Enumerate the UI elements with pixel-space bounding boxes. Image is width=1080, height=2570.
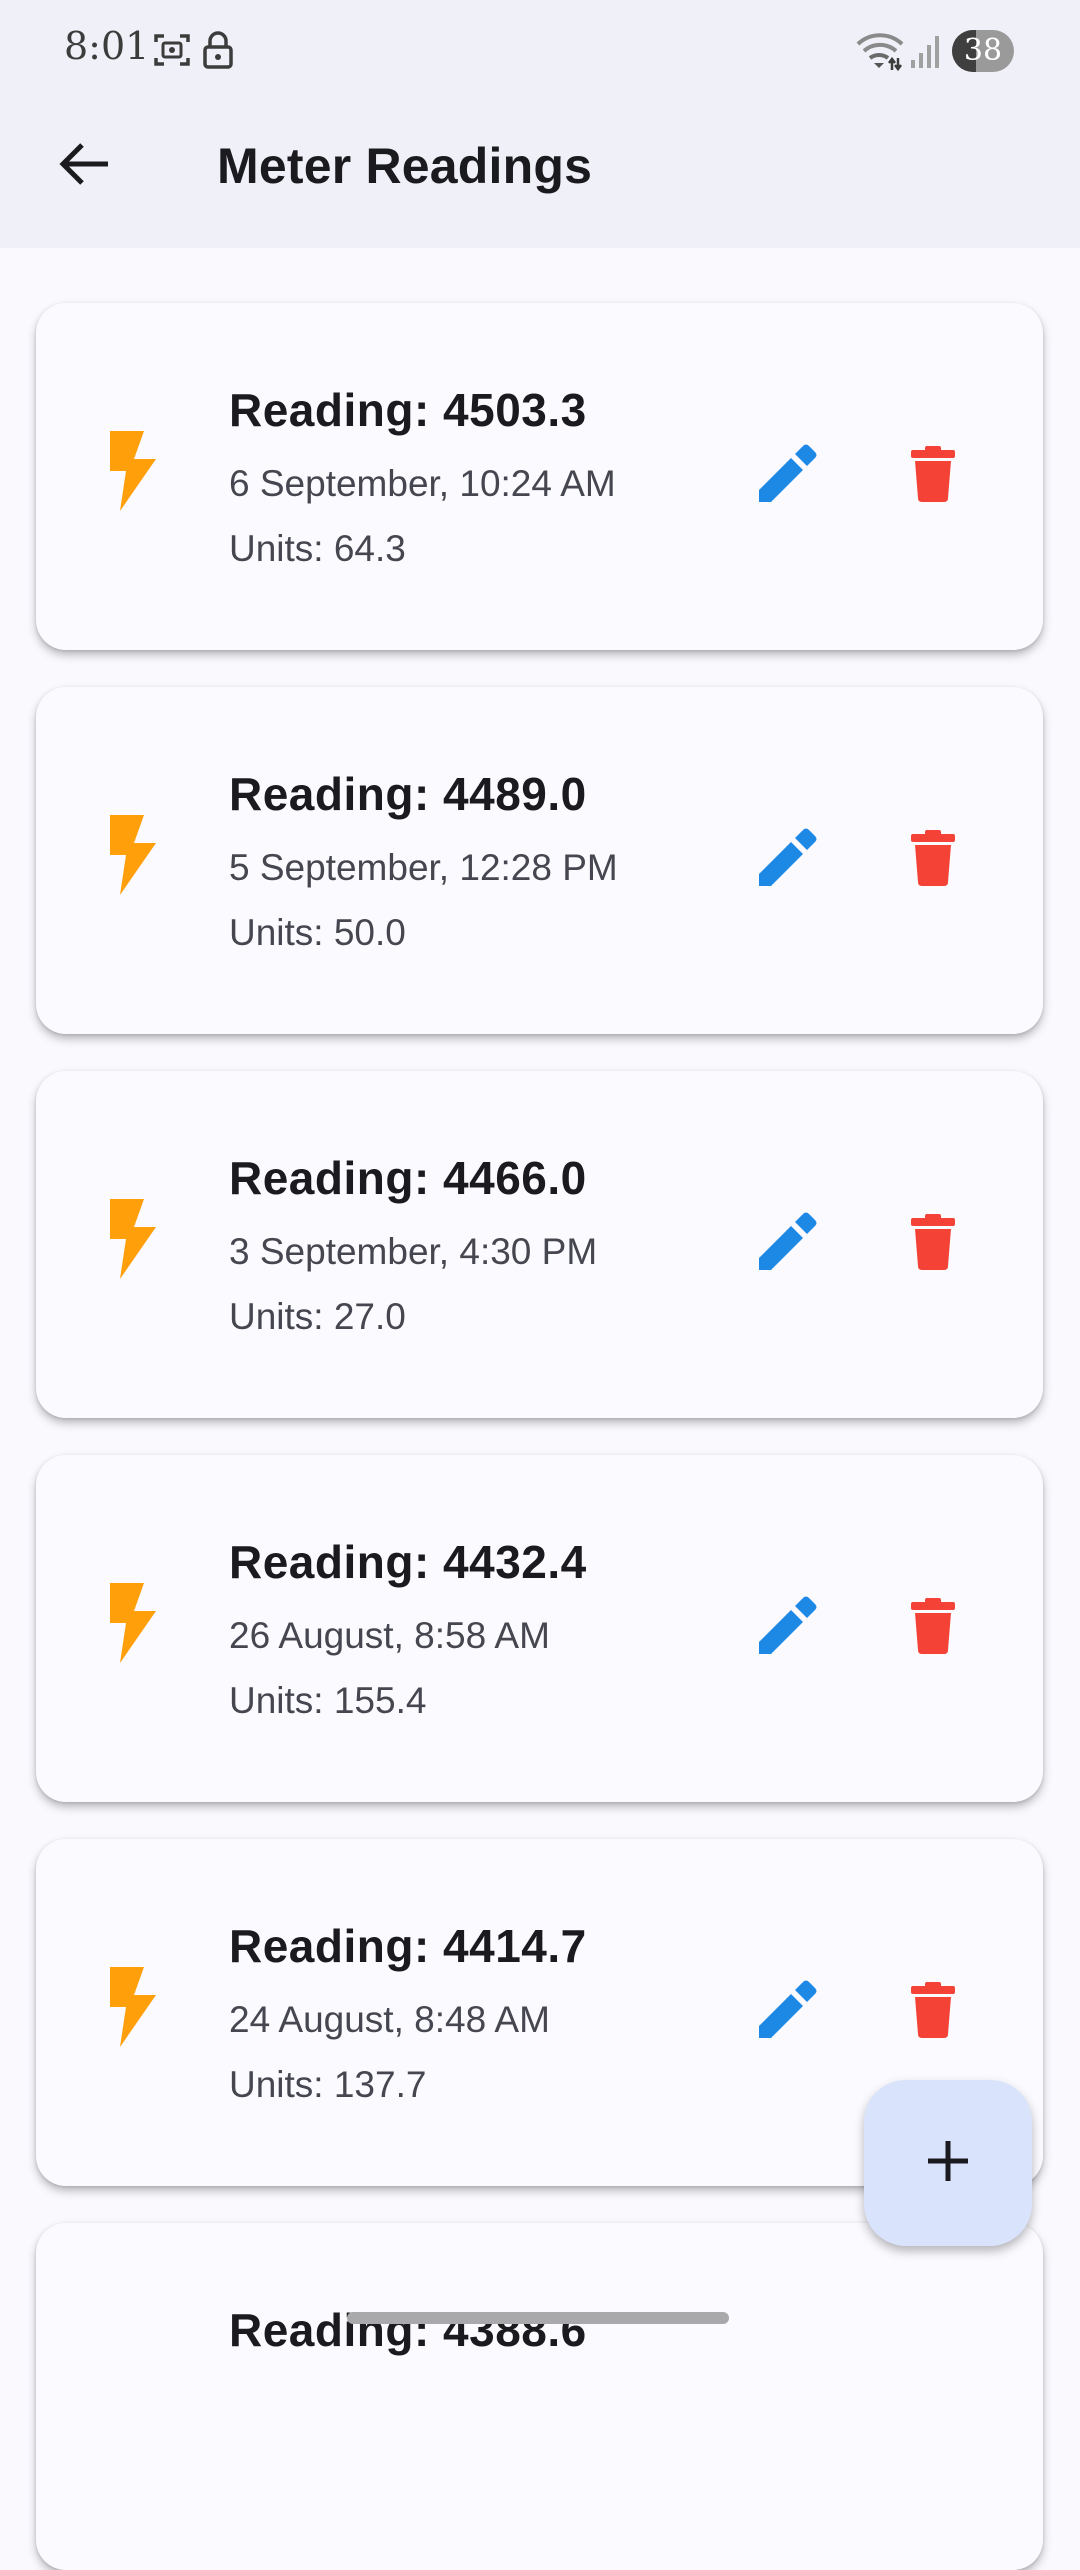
delete-button[interactable] — [888, 1199, 978, 1289]
reading-units: Units: 64.3 — [229, 528, 406, 569]
reading-title: Reading: 4466.0 — [229, 1152, 587, 1204]
reading-units: Units: 27.0 — [229, 1296, 406, 1337]
edit-button[interactable] — [742, 1583, 832, 1673]
delete-icon — [911, 1597, 955, 1659]
reading-card[interactable]: Reading: 4489.0 5 September, 12:28 PM Un… — [36, 687, 1043, 1034]
bolt-icon — [106, 431, 158, 511]
reading-card[interactable]: Reading: 4432.4 26 August, 8:58 AM Units… — [36, 1455, 1043, 1802]
reading-title: Reading: 4414.7 — [229, 1920, 587, 1972]
top-bar: 8:01 38 Meter Readings — [0, 0, 1080, 248]
edit-button[interactable] — [742, 1967, 832, 2057]
wifi-icon — [856, 32, 904, 77]
edit-icon — [757, 1596, 817, 1661]
reading-date: 24 August, 8:48 AM — [229, 1999, 550, 2040]
reading-card[interactable]: Reading: 4388.6 — [36, 2223, 1043, 2570]
bolt-icon — [106, 1199, 158, 1279]
battery-level-text: 38 — [963, 33, 1003, 68]
home-indicator[interactable] — [347, 2312, 729, 2324]
reading-units: Units: 137.7 — [229, 2064, 427, 2105]
back-button[interactable] — [40, 128, 128, 204]
reading-date: 6 September, 10:24 AM — [229, 463, 616, 504]
edit-button[interactable] — [742, 1199, 832, 1289]
signal-icon — [910, 34, 942, 75]
add-reading-button[interactable] — [864, 2080, 1032, 2246]
reading-card[interactable]: Reading: 4466.0 3 September, 4:30 PM Uni… — [36, 1071, 1043, 1418]
bolt-icon — [106, 1583, 158, 1663]
reading-date: 3 September, 4:30 PM — [229, 1231, 598, 1272]
reading-title: Reading: 4489.0 — [229, 768, 587, 820]
edit-button[interactable] — [742, 431, 832, 521]
reading-card[interactable]: Reading: 4503.3 6 September, 10:24 AM Un… — [36, 303, 1043, 650]
bolt-icon — [106, 1967, 158, 2047]
edit-icon — [757, 444, 817, 509]
delete-icon — [911, 1981, 955, 2043]
delete-button[interactable] — [888, 815, 978, 905]
battery-indicator: 38 — [952, 30, 1014, 72]
add-icon — [924, 2137, 972, 2190]
page-title: Meter Readings — [217, 138, 593, 194]
reading-units: Units: 50.0 — [229, 912, 406, 953]
reading-units: Units: 155.4 — [229, 1680, 427, 1721]
reading-title: Reading: 4432.4 — [229, 1536, 587, 1588]
delete-icon — [911, 1213, 955, 1275]
delete-icon — [911, 445, 955, 507]
edit-button[interactable] — [742, 815, 832, 905]
delete-button[interactable] — [888, 1967, 978, 2057]
status-time: 8:01 — [64, 24, 150, 68]
reading-title: Reading: 4503.3 — [229, 384, 587, 436]
arrow-back-icon — [56, 139, 112, 194]
bolt-icon — [106, 815, 158, 895]
lock-icon — [200, 30, 236, 75]
reading-date: 26 August, 8:58 AM — [229, 1615, 550, 1656]
edit-icon — [757, 1980, 817, 2045]
screenshot-icon — [152, 30, 192, 75]
edit-icon — [757, 828, 817, 893]
delete-icon — [911, 829, 955, 891]
delete-button[interactable] — [888, 431, 978, 521]
edit-icon — [757, 1212, 817, 1277]
delete-button[interactable] — [888, 1583, 978, 1673]
reading-date: 5 September, 12:28 PM — [229, 847, 618, 888]
